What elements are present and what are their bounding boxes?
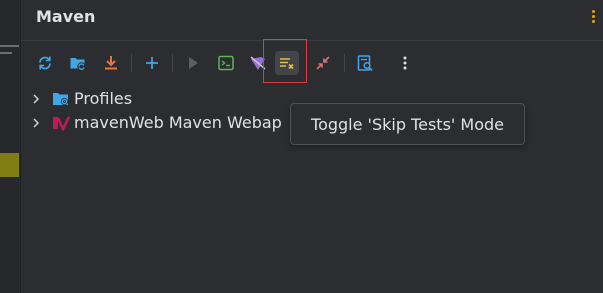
collapse-all-icon <box>316 56 330 70</box>
download-sources-button[interactable] <box>99 51 123 75</box>
maven-toolbar <box>21 42 603 84</box>
maven-module-icon <box>53 116 70 131</box>
chevron-right-icon[interactable] <box>30 92 42 106</box>
analyze-dependencies-icon <box>357 55 373 72</box>
execute-maven-goal-button[interactable] <box>214 51 238 75</box>
tool-window-title: Maven <box>36 7 96 26</box>
tool-window-header: Maven <box>21 0 603 38</box>
profiles-folder-icon <box>53 93 69 106</box>
more-options-button[interactable] <box>393 51 417 75</box>
editor-gutter-strip <box>0 0 19 293</box>
toolbar-separator <box>172 54 173 72</box>
add-maven-project-button[interactable] <box>140 51 164 75</box>
download-sources-icon <box>105 56 117 70</box>
run-maven-build-icon <box>189 57 198 69</box>
tree-item-label: Profiles <box>74 89 133 108</box>
tree-item-label: mavenWeb Maven Webap <box>74 113 282 132</box>
chevron-right-icon[interactable] <box>30 116 42 130</box>
generate-sources-button[interactable] <box>66 51 90 75</box>
editor-line-highlight <box>0 153 19 177</box>
generate-sources-icon <box>70 58 86 71</box>
reload-all-projects-icon <box>39 56 51 70</box>
reload-all-projects-button[interactable] <box>33 51 57 75</box>
options-menu-icon[interactable] <box>590 7 598 27</box>
add-maven-project-icon <box>146 57 158 69</box>
skip-tests-highlight-box <box>263 39 307 83</box>
editor-code-line <box>0 52 12 54</box>
more-options-icon <box>403 56 407 70</box>
toolbar-separator <box>131 54 132 72</box>
execute-maven-goal-icon <box>218 55 234 71</box>
tooltip-text: Toggle 'Skip Tests' Mode <box>311 114 504 134</box>
toolbar-separator <box>344 54 345 72</box>
skip-tests-tooltip: Toggle 'Skip Tests' Mode <box>290 103 525 145</box>
header-divider <box>21 40 603 41</box>
editor-code-line <box>0 45 19 47</box>
analyze-dependencies-button[interactable] <box>353 51 377 75</box>
collapse-all-button[interactable] <box>311 51 335 75</box>
run-maven-build-button[interactable] <box>181 51 205 75</box>
maven-tool-window: Maven Profiles mavenWeb Maven Webap Togg… <box>20 0 603 293</box>
